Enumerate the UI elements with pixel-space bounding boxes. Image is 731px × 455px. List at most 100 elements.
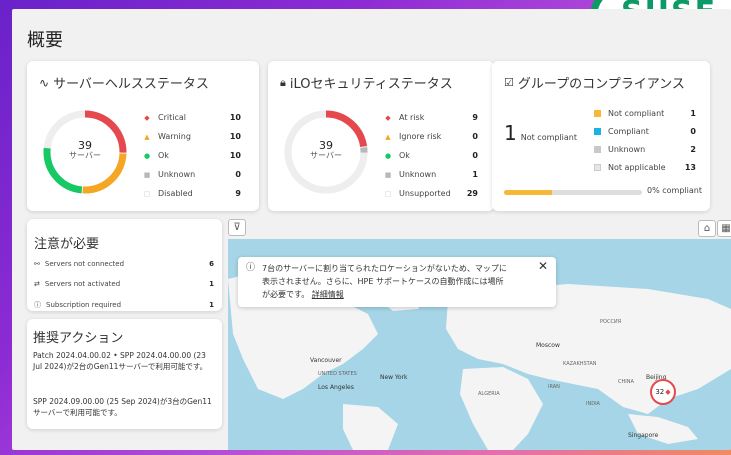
diamond-icon: ◆ (385, 113, 391, 122)
legend-value: 10 (229, 132, 241, 141)
health-donut-center: 39 サーバー (60, 139, 110, 161)
map-label: Singapore (628, 432, 659, 439)
compliance-count: 1 (504, 121, 517, 145)
square-icon (594, 110, 601, 117)
actions-title: 推奨アクション (33, 331, 124, 346)
compliance-progress-label: 0% compliant (647, 186, 702, 195)
legend-value: 0 (472, 132, 478, 141)
attention-row-label: Servers not connected (44, 260, 125, 268)
missing-location-notice: ⓘ 7台のサーバーに割り当てられたロケーションがないため、マップに 表示されませ… (238, 257, 556, 307)
app-frame: SUSE 概要 ∿ サーバーヘルスステータス 39 サーバー ◆Critical… (0, 0, 731, 455)
ilo-donut-center: 39 サーバー (301, 140, 351, 161)
ilo-security-title: iLOセキュリティステータス (289, 77, 453, 92)
circle-icon: ● (143, 151, 151, 160)
legend-label: At risk (399, 113, 425, 122)
learn-more-link[interactable]: 詳細情報 (312, 290, 344, 299)
compliance-legend-row[interactable]: Unknown 2 (594, 145, 696, 154)
map-label: KAZAKHSTAN (563, 361, 597, 367)
grid-icon: ▦ (721, 223, 731, 234)
square-outline-icon: □ (384, 189, 392, 198)
square-icon: ■ (384, 170, 392, 179)
map-label: Moscow (536, 342, 560, 349)
ilo-legend-row[interactable]: ● Ok 0 (382, 151, 478, 160)
notice-line: 7台のサーバーに割り当てられたロケーションがないため、マップに (262, 264, 507, 273)
server-location-marker[interactable]: 32 ◆ (650, 379, 676, 405)
attention-row-value: 6 (209, 260, 214, 268)
compliance-header: ☑ グループのコンプライアンス (504, 73, 685, 92)
triangle-icon: ▲ (385, 132, 391, 141)
map-label: CHINA (618, 379, 634, 385)
attention-row-label: Subscription required (46, 301, 122, 309)
attention-row[interactable]: ⚯ Servers not connected 6 (34, 260, 214, 268)
map-label: Los Angeles (318, 384, 354, 391)
legend-value: 10 (229, 151, 241, 160)
compliance-legend-row[interactable]: Not applicable 13 (594, 163, 696, 172)
notice-line-3: が必要です。 詳細情報 (262, 288, 532, 301)
health-legend-row[interactable]: ■ Unknown 0 (141, 170, 241, 179)
info-icon: ⓘ (246, 263, 256, 273)
map-view-button[interactable]: ⌂ (698, 220, 716, 237)
legend-value: 9 (235, 189, 241, 198)
legend-value: 1 (472, 170, 478, 179)
action-item[interactable]: Patch 2024.04.00.02 • SPP 2024.04.00.00 … (33, 350, 214, 372)
close-icon[interactable]: ✕ (538, 260, 548, 273)
legend-value: 9 (472, 113, 478, 122)
square-outline-icon: □ (143, 189, 151, 198)
compliance-legend-row[interactable]: Compliant 0 (594, 127, 696, 136)
legend-label: Disabled (158, 189, 193, 198)
health-legend-row[interactable]: ● Ok 10 (141, 151, 241, 160)
sync-icon: ⇄ (34, 280, 40, 288)
ilo-legend-row[interactable]: ▲ Ignore risk 0 (382, 132, 478, 141)
ilo-legend-row[interactable]: □ Unsupported 29 (382, 189, 478, 198)
attention-row-label: Servers not activated (44, 280, 121, 288)
compliance-progress-bar (504, 190, 642, 195)
legend-label: Unknown (158, 170, 196, 179)
square-icon: ■ (143, 170, 151, 179)
attention-row[interactable]: ⓘ Subscription required 1 (34, 300, 214, 310)
legend-value: 0 (690, 127, 696, 136)
notice-line-text: が必要です。 (262, 290, 310, 299)
map-label: INDIA (586, 401, 600, 407)
ilo-security-card[interactable]: 🔒︎ iLOセキュリティステータス 39 サーバー ◆ At risk 9 ▲ Igno… (268, 61, 494, 211)
ilo-legend-row[interactable]: ■ Unknown 1 (382, 170, 478, 179)
page-title: 概要 (27, 30, 63, 51)
compliance-legend-row[interactable]: Not compliant 1 (594, 109, 696, 118)
map-icon: ⌂ (703, 223, 711, 234)
map-label: IRAN (548, 384, 560, 390)
legend-label: Not applicable (608, 163, 666, 172)
action-item[interactable]: SPP 2024.09.00.00 (25 Sep 2024)が3台のGen11… (33, 396, 214, 418)
legend-label: Ok (158, 151, 169, 160)
legend-label: Unknown (399, 170, 437, 179)
map-label: ALGERIA (478, 391, 500, 397)
circle-icon: ● (384, 151, 392, 160)
square-icon (594, 164, 601, 171)
ilo-legend-row[interactable]: ◆ At risk 9 (382, 113, 478, 122)
server-health-title: サーバーヘルスステータス (53, 77, 209, 92)
map-label: РОССИЯ (600, 319, 622, 325)
group-compliance-card[interactable]: ☑ グループのコンプライアンス 1 Not compliant Not comp… (492, 61, 710, 211)
filter-icon: ⊽ (233, 222, 241, 233)
health-legend-row[interactable]: ◆ Critical 10 (141, 113, 241, 122)
square-icon (594, 146, 601, 153)
legend-label: Unknown (608, 145, 646, 154)
critical-diamond-icon: ◆ (665, 388, 671, 396)
ilo-security-header: 🔒︎ iLOセキュリティステータス (280, 73, 453, 93)
health-legend-row[interactable]: ▲ Warning 10 (141, 132, 241, 141)
health-donut-value: 39 (78, 139, 92, 152)
legend-value: 0 (472, 151, 478, 160)
attention-row[interactable]: ⇄ Servers not activated 1 (34, 280, 214, 288)
legend-value: 1 (690, 109, 696, 118)
server-health-card[interactable]: ∿ サーバーヘルスステータス 39 サーバー ◆ Critical 10 ▲ Warni… (27, 61, 259, 211)
recommended-actions-card: 推奨アクション Patch 2024.04.00.02 • SPP 2024.0… (27, 319, 222, 429)
compliance-title: グループのコンプライアンス (517, 77, 685, 92)
world-map[interactable]: Vancouver UNITED STATES Los Angeles New … (228, 239, 731, 450)
legend-label: Ignore risk (399, 132, 442, 141)
legend-label: Critical (158, 113, 186, 122)
health-legend-row[interactable]: □ Disabled 9 (141, 189, 241, 198)
link-icon: ⚯ (34, 260, 40, 268)
filter-button[interactable]: ⊽ (228, 219, 246, 236)
grid-view-button[interactable]: ▦ (717, 220, 731, 237)
pulse-icon: ∿ (39, 75, 50, 90)
legend-value: 0 (235, 170, 241, 179)
ilo-donut-label: サーバー (310, 151, 342, 160)
